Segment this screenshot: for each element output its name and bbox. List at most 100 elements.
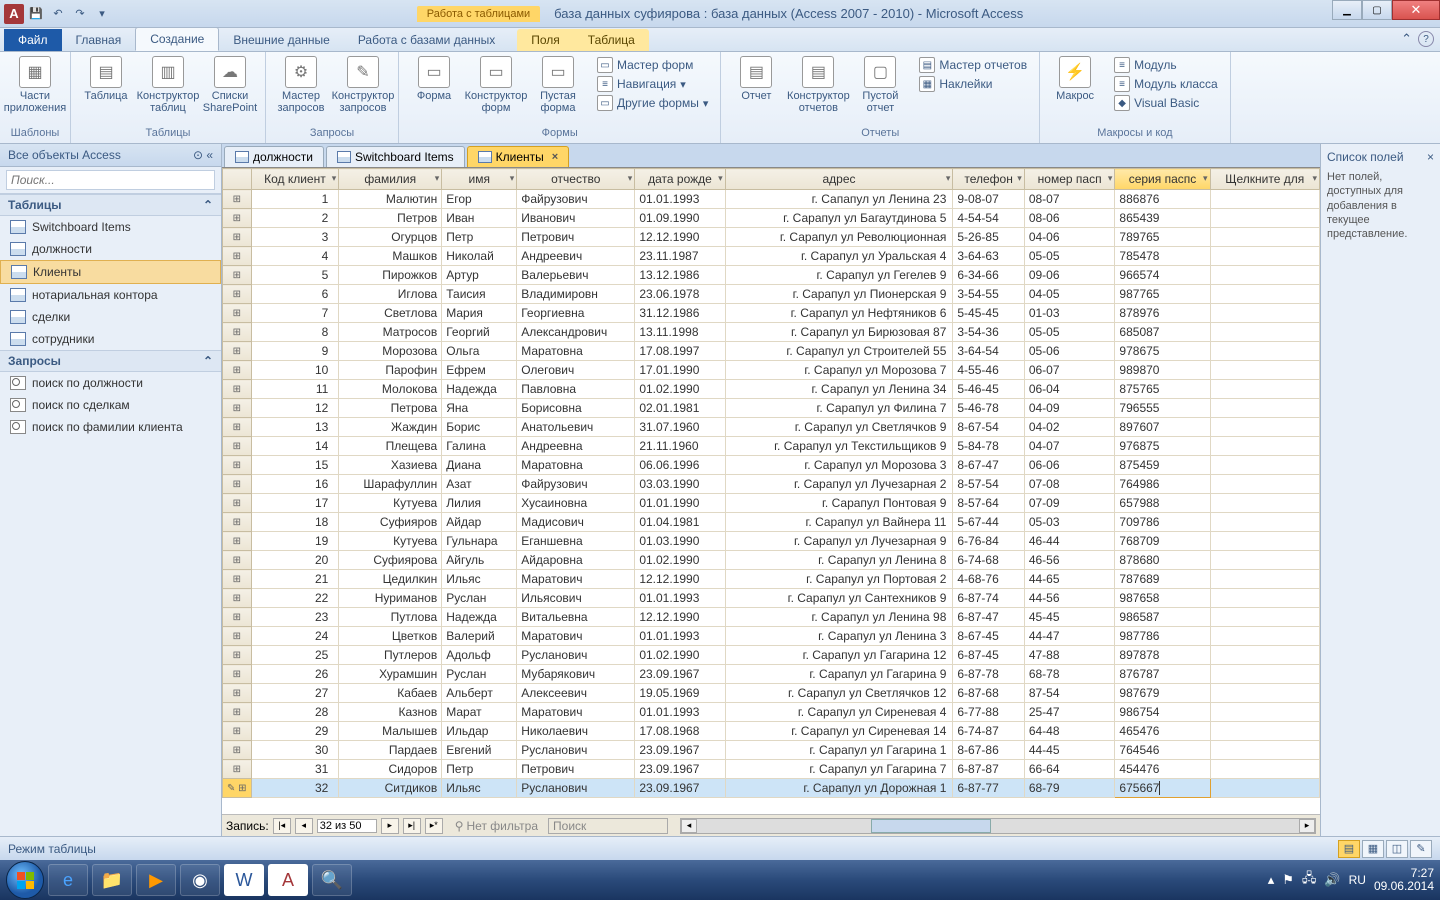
last-record-button[interactable]: ▸| (403, 818, 421, 834)
navigation-button[interactable]: ≡Навигация ▾ (593, 75, 712, 93)
row-selector[interactable]: ⊞ (223, 304, 252, 323)
column-header[interactable]: дата рожде▾ (635, 169, 725, 190)
record-position-input[interactable] (317, 819, 377, 833)
nav-table-item[interactable]: Клиенты (0, 260, 221, 284)
column-header[interactable]: имя▾ (442, 169, 517, 190)
nav-table-item[interactable]: должности (0, 238, 221, 260)
module-button[interactable]: ≡Модуль (1110, 56, 1222, 74)
table-row[interactable]: ⊞20СуфияроваАйгульАйдаровна01.02.1990г. … (223, 551, 1320, 570)
help-icon[interactable]: ? (1418, 31, 1434, 47)
row-selector[interactable]: ⊞ (223, 456, 252, 475)
column-header[interactable]: фамилия▾ (339, 169, 442, 190)
table-row[interactable]: ✎ ⊞32СитдиковИльясРусланович23.09.1967г.… (223, 779, 1320, 798)
table-row[interactable]: ⊞15ХазиеваДианаМаратовна06.06.1996г. Сар… (223, 456, 1320, 475)
row-selector[interactable]: ⊞ (223, 361, 252, 380)
search-input[interactable] (6, 170, 215, 190)
row-selector[interactable]: ⊞ (223, 209, 252, 228)
report-button[interactable]: ▤Отчет (727, 54, 785, 104)
table-row[interactable]: ⊞30ПардаевЕвгенийРусланович23.09.1967г. … (223, 741, 1320, 760)
nav-table-item[interactable]: сотрудники (0, 328, 221, 350)
row-selector[interactable]: ⊞ (223, 551, 252, 570)
nav-table-item[interactable]: нотариальная контора (0, 284, 221, 306)
table-row[interactable]: ⊞16ШарафуллинАзатФайрузович03.03.1990г. … (223, 475, 1320, 494)
new-record-button[interactable]: ▸* (425, 818, 443, 834)
table-row[interactable]: ⊞8МатросовГеоргийАлександрович13.11.1998… (223, 323, 1320, 342)
row-selector[interactable]: ⊞ (223, 741, 252, 760)
pivot-view-button[interactable]: ▦ (1362, 840, 1384, 858)
row-selector[interactable]: ⊞ (223, 722, 252, 741)
nav-table-item[interactable]: Switchboard Items (0, 216, 221, 238)
row-selector[interactable]: ⊞ (223, 228, 252, 247)
tray-network-icon[interactable]: 🖧 (1302, 869, 1317, 891)
close-icon[interactable]: × (1427, 150, 1434, 164)
table-row[interactable]: ⊞27КабаевАльбертАлексеевич19.05.1969г. С… (223, 684, 1320, 703)
row-selector[interactable]: ⊞ (223, 627, 252, 646)
table-row[interactable]: ⊞3ОгурцовПетрПетрович12.12.1990г. Сарапу… (223, 228, 1320, 247)
column-header[interactable]: Щелкните для▾ (1210, 169, 1319, 190)
table-row[interactable]: ⊞18СуфияровАйдарМадисович01.04.1981г. Са… (223, 513, 1320, 532)
row-selector[interactable]: ⊞ (223, 190, 252, 209)
row-selector[interactable]: ⊞ (223, 494, 252, 513)
table-row[interactable]: ⊞6ИгловаТаисияВладимировн23.06.1978г. Са… (223, 285, 1320, 304)
column-header[interactable]: адрес▾ (725, 169, 953, 190)
query-wizard-button[interactable]: ⚙Мастер запросов (272, 54, 330, 116)
table-row[interactable]: ⊞10ПарофинЕфремОлегович17.01.1990г. Сара… (223, 361, 1320, 380)
nav-header[interactable]: Все объекты Access ⊙ « (0, 144, 221, 167)
row-selector[interactable]: ⊞ (223, 646, 252, 665)
doc-tab-1[interactable]: должности (224, 146, 324, 167)
nav-query-item[interactable]: поиск по фамилии клиента (0, 416, 221, 438)
tab-home[interactable]: Главная (62, 29, 136, 51)
macro-button[interactable]: ⚡Макрос (1046, 54, 1104, 104)
table-row[interactable]: ⊞7СветловаМарияГеоргиевна31.12.1986г. Са… (223, 304, 1320, 323)
row-selector[interactable]: ⊞ (223, 589, 252, 608)
column-header[interactable]: отчество▾ (517, 169, 635, 190)
row-selector[interactable]: ⊞ (223, 266, 252, 285)
row-selector[interactable]: ⊞ (223, 608, 252, 627)
table-row[interactable]: ⊞17КутуеваЛилияХусаиновна01.01.1990г. Са… (223, 494, 1320, 513)
language-indicator[interactable]: RU (1349, 873, 1366, 887)
table-row[interactable]: ⊞29МалышевИльдарНиколаевич17.08.1968г. С… (223, 722, 1320, 741)
visual-basic-button[interactable]: ◆Visual Basic (1110, 94, 1222, 112)
row-selector[interactable]: ⊞ (223, 570, 252, 589)
column-header[interactable]: Код клиент▾ (251, 169, 339, 190)
table-design-button[interactable]: ▥Конструктор таблиц (139, 54, 197, 116)
blank-report-button[interactable]: ▢Пустой отчет (851, 54, 909, 116)
row-selector[interactable]: ⊞ (223, 380, 252, 399)
blank-form-button[interactable]: ▭Пустая форма (529, 54, 587, 116)
scrollbar-thumb[interactable] (871, 819, 991, 833)
row-selector[interactable]: ⊞ (223, 247, 252, 266)
table-row[interactable]: ⊞11МолоковаНадеждаПавловна01.02.1990г. С… (223, 380, 1320, 399)
close-icon[interactable]: × (552, 151, 558, 163)
table-row[interactable]: ⊞19КутуеваГульнараЕганшевна01.03.1990г. … (223, 532, 1320, 551)
doc-tab-2[interactable]: Switchboard Items (326, 146, 465, 167)
row-selector[interactable]: ⊞ (223, 760, 252, 779)
table-button[interactable]: ▤Таблица (77, 54, 135, 104)
taskbar-access-icon[interactable]: A (268, 864, 308, 896)
design-view-button[interactable]: ✎ (1410, 840, 1432, 858)
row-selector[interactable]: ⊞ (223, 703, 252, 722)
column-header[interactable]: телефон▾ (953, 169, 1024, 190)
row-selector[interactable]: ⊞ (223, 399, 252, 418)
report-wizard-button[interactable]: ▤Мастер отчетов (915, 56, 1031, 74)
select-all-cell[interactable] (223, 169, 252, 190)
table-row[interactable]: ⊞21ЦедилкинИльясМаратович12.12.1990г. Са… (223, 570, 1320, 589)
taskbar-player-icon[interactable]: ▶ (136, 864, 176, 896)
class-module-button[interactable]: ≡Модуль класса (1110, 75, 1222, 93)
ribbon-minimize-icon[interactable]: ⌃ (1401, 31, 1412, 47)
table-row[interactable]: ⊞22НуримановРусланИльясович01.01.1993г. … (223, 589, 1320, 608)
row-selector[interactable]: ✎ ⊞ (223, 779, 252, 798)
datasheet[interactable]: Код клиент▾фамилия▾имя▾отчество▾дата рож… (222, 168, 1320, 814)
tab-create[interactable]: Создание (135, 27, 219, 51)
nav-query-item[interactable]: поиск по сделкам (0, 394, 221, 416)
nav-query-item[interactable]: поиск по должности (0, 372, 221, 394)
tab-table[interactable]: Таблица (574, 29, 649, 51)
file-tab[interactable]: Файл (4, 29, 62, 51)
application-parts-button[interactable]: ▦Части приложения (6, 54, 64, 116)
doc-tab-3[interactable]: Клиенты× (467, 146, 570, 167)
table-row[interactable]: ⊞23ПутловаНадеждаВитальевна12.12.1990г. … (223, 608, 1320, 627)
nav-tables-header[interactable]: Таблицы⌃ (0, 194, 221, 216)
row-selector[interactable]: ⊞ (223, 684, 252, 703)
table-row[interactable]: ⊞9МорозоваОльгаМаратовна17.08.1997г. Сар… (223, 342, 1320, 361)
row-selector[interactable]: ⊞ (223, 665, 252, 684)
table-row[interactable]: ⊞5ПирожковАртурВалерьевич13.12.1986г. Са… (223, 266, 1320, 285)
